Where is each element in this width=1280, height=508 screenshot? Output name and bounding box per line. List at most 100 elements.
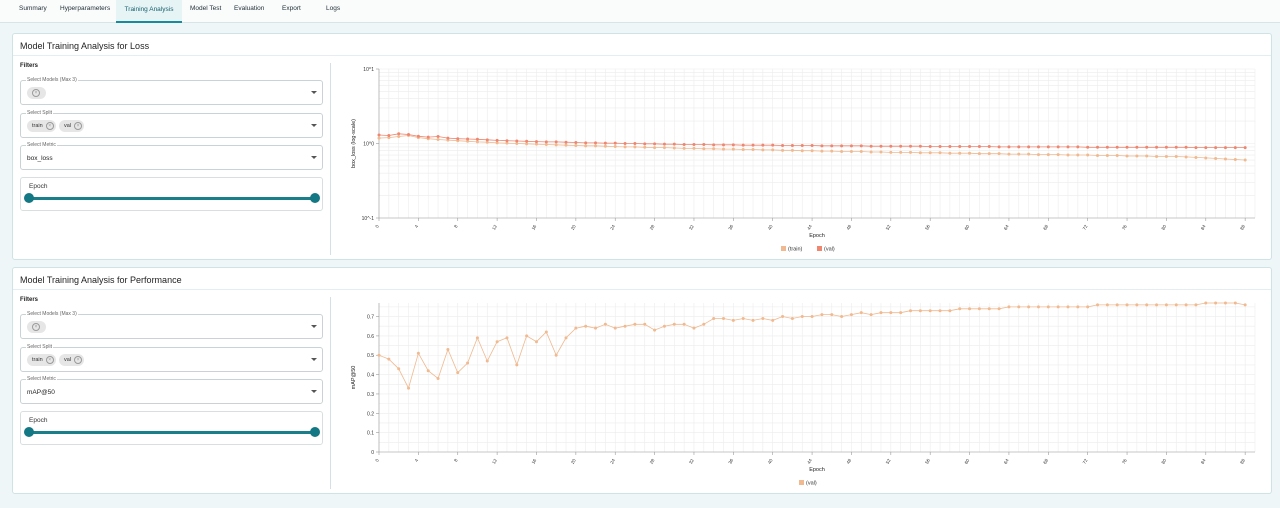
chip-remove-icon[interactable]: × — [45, 122, 54, 130]
data-point — [1046, 145, 1050, 149]
data-point — [702, 147, 706, 151]
data-point — [1027, 152, 1031, 156]
epoch-slider-max-handle[interactable] — [310, 427, 320, 437]
data-point — [653, 146, 657, 150]
data-point — [505, 139, 509, 143]
data-point — [633, 145, 637, 149]
data-point — [918, 309, 922, 313]
y-tick-label: 10^1 — [363, 67, 374, 73]
data-point — [869, 144, 873, 148]
tab-hyperparameters[interactable]: Hyperparameters — [60, 0, 110, 23]
epoch-slider-box: Epoch — [20, 411, 323, 445]
data-point — [525, 334, 529, 338]
x-tick-label: 32 — [688, 224, 695, 231]
chevron-down-icon[interactable] — [311, 91, 317, 94]
data-point — [692, 326, 696, 330]
epoch-slider-min-handle[interactable] — [24, 193, 34, 203]
data-point — [997, 307, 1001, 311]
data-point — [1046, 305, 1050, 309]
data-point — [918, 144, 922, 148]
data-point — [1096, 303, 1100, 307]
data-point — [672, 142, 676, 146]
data-point — [741, 143, 745, 147]
chevron-down-icon[interactable] — [311, 390, 317, 393]
data-point — [1125, 145, 1129, 149]
chevron-down-icon[interactable] — [311, 124, 317, 127]
data-point — [800, 315, 804, 319]
data-point — [1184, 145, 1188, 149]
chip-remove-icon[interactable]: × — [32, 89, 40, 97]
legend-label: (val) — [824, 247, 835, 253]
data-point — [849, 313, 853, 317]
data-point — [387, 357, 391, 361]
data-point — [781, 148, 785, 152]
chevron-down-icon[interactable] — [311, 156, 317, 159]
y-tick-label: 0.2 — [367, 411, 374, 417]
models-select[interactable]: Select Models (Max 3) × — [20, 77, 323, 105]
data-point — [397, 367, 401, 371]
data-point — [682, 142, 686, 146]
chip-remove-icon[interactable]: × — [74, 122, 83, 130]
data-point — [840, 144, 844, 148]
data-point — [1174, 145, 1178, 149]
epoch-slider-min-handle[interactable] — [24, 427, 34, 437]
data-point — [662, 142, 666, 146]
chip-remove-icon[interactable]: × — [32, 323, 40, 331]
chevron-down-icon[interactable] — [311, 358, 317, 361]
data-point — [1243, 158, 1247, 162]
metric-select[interactable]: Select Metric box_loss — [20, 142, 323, 170]
data-point — [495, 340, 499, 344]
tab-logs[interactable]: Logs — [326, 0, 340, 23]
chip-remove-icon[interactable]: × — [74, 356, 83, 364]
epoch-slider-track[interactable] — [29, 431, 314, 434]
tab-model-test[interactable]: Model Test — [190, 0, 221, 23]
data-point — [958, 145, 962, 149]
tab-export[interactable]: Export — [282, 0, 301, 23]
epoch-slider-track[interactable] — [29, 197, 314, 200]
data-point — [800, 144, 804, 148]
data-point — [938, 151, 942, 155]
data-point — [1076, 153, 1080, 157]
data-point — [1155, 145, 1159, 149]
tab-summary[interactable]: Summary — [19, 0, 47, 23]
split-select[interactable]: Select Split train × val × — [20, 344, 323, 372]
data-point — [416, 134, 420, 138]
data-point — [830, 149, 834, 153]
data-point — [1164, 303, 1168, 307]
data-point — [574, 141, 578, 145]
data-point — [525, 139, 529, 143]
data-point — [702, 322, 706, 326]
data-point — [1233, 301, 1237, 305]
tab-training-analysis[interactable]: Training Analysis — [116, 0, 182, 23]
data-point — [534, 340, 538, 344]
data-point — [849, 144, 853, 148]
x-tick-label: 12 — [491, 224, 498, 231]
data-point — [1096, 145, 1100, 149]
data-point — [662, 324, 666, 328]
data-point — [594, 141, 598, 145]
data-point — [987, 145, 991, 149]
split-chip-train: train × — [27, 354, 56, 366]
data-point — [1076, 145, 1080, 149]
data-point — [1194, 303, 1198, 307]
chevron-down-icon[interactable] — [311, 325, 317, 328]
data-point — [475, 137, 479, 141]
tab-evaluation[interactable]: Evaluation — [234, 0, 264, 23]
x-tick-label: 32 — [688, 458, 695, 465]
models-select[interactable]: Select Models (Max 3) × — [20, 311, 323, 339]
performance-chart-svg: 00.10.20.30.40.50.60.70 4 8 12 16 20 24 28 32 36 4… — [351, 301, 1256, 487]
data-point — [810, 149, 814, 153]
epoch-slider-max-handle[interactable] — [310, 193, 320, 203]
epoch-slider-box: Epoch — [20, 177, 323, 211]
data-point — [613, 145, 617, 149]
model-chip: × — [27, 87, 46, 99]
split-select[interactable]: Select Split train × val × — [20, 110, 323, 138]
data-point — [849, 150, 853, 154]
data-point — [594, 144, 598, 148]
y-tick-label: 10^-1 — [362, 216, 375, 222]
data-point — [603, 322, 607, 326]
x-tick-label: 56 — [924, 224, 931, 231]
chip-remove-icon[interactable]: × — [45, 356, 54, 364]
metric-select[interactable]: Select Metric mAP@50 — [20, 376, 323, 404]
y-axis-label: box_loss (log-scale) — [351, 119, 357, 168]
